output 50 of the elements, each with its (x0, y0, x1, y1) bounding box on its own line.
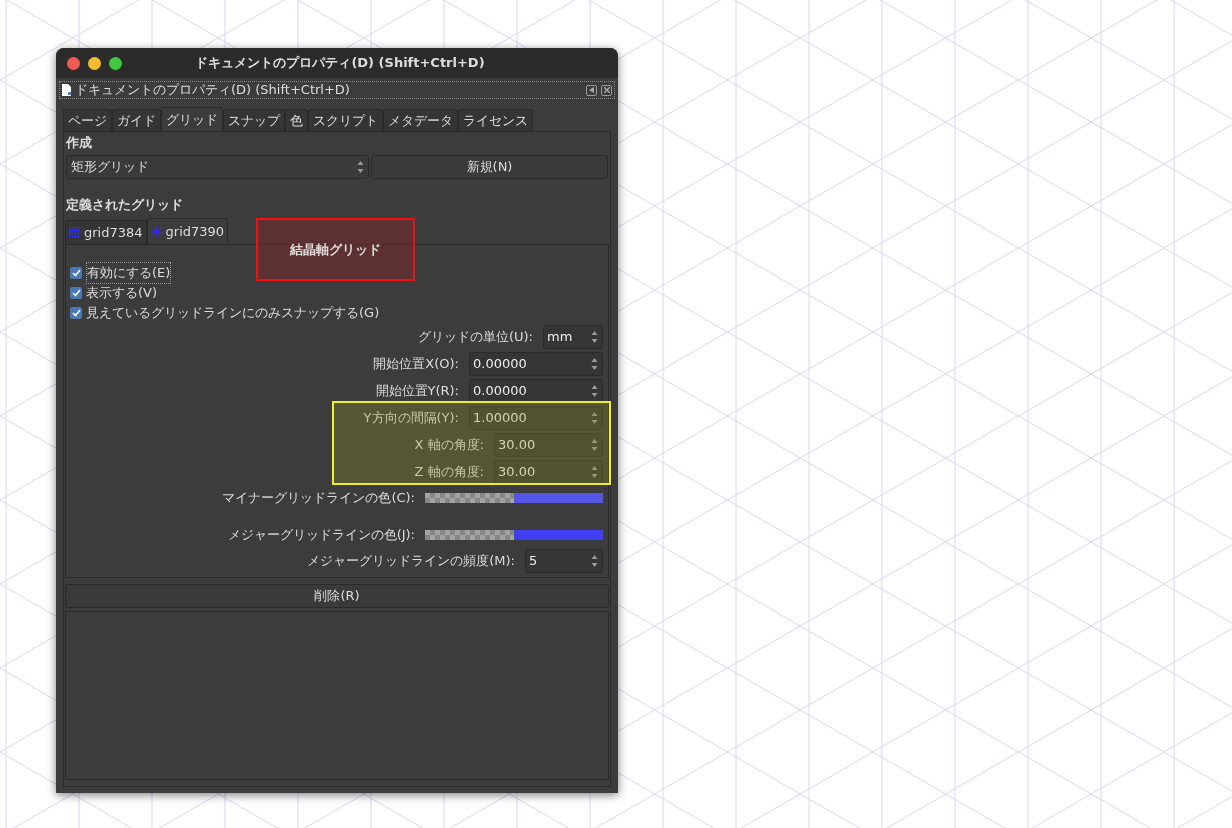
field-label: 開始位置X(O): (373, 355, 459, 374)
minimize-icon[interactable] (88, 56, 101, 70)
checkbox-label: 表示する(V) (86, 284, 158, 303)
annotation-label: 結晶軸グリッド (256, 218, 415, 281)
field-label: メジャーグリッドラインの色(J): (227, 526, 415, 545)
section-heading: 定義されたグリッド (66, 195, 184, 214)
checkbox[interactable] (70, 267, 82, 279)
grid-tab[interactable]: grid7384 (65, 220, 147, 244)
tab[interactable]: スナップ (223, 109, 285, 131)
document-icon (62, 84, 71, 96)
number-field[interactable]: 5 (525, 549, 603, 573)
checkbox-label: 見えているグリッドラインにのみスナップする(G) (86, 304, 380, 323)
section-heading: 作成 (66, 134, 93, 152)
window-title: ドキュメントのプロパティ(D) (Shift+Ctrl+D) (194, 54, 486, 73)
field-label: Z 軸の角度: (414, 463, 484, 482)
field-label: グリッドの単位(U): (417, 328, 533, 347)
close-icon[interactable] (67, 56, 80, 70)
number-field[interactable]: 1.00000 (469, 406, 603, 430)
field-label: メジャーグリッドラインの頻度(M): (307, 552, 515, 571)
field-label: X 軸の角度: (414, 436, 484, 455)
field-label: マイナーグリッドラインの色(C): (222, 489, 415, 508)
new-button[interactable]: 新規(N) (371, 154, 608, 179)
number-field[interactable]: 0.00000 (469, 379, 603, 403)
tab[interactable]: 色 (285, 109, 308, 131)
checkbox-label: 有効にする(E) (86, 262, 172, 284)
tab[interactable]: メタデータ (383, 109, 458, 131)
number-field[interactable]: 30.00 (494, 460, 603, 484)
checkbox[interactable] (70, 287, 82, 299)
tab[interactable]: ガイド (112, 109, 161, 131)
color-swatch[interactable] (425, 530, 603, 540)
tab[interactable]: ページ (63, 109, 112, 131)
field-label: 開始位置Y(R): (375, 382, 459, 401)
panel-title: ドキュメントのプロパティ(D) (Shift+Ctrl+D) (75, 81, 351, 100)
field-label: Y方向の間隔(Y): (363, 409, 459, 428)
grid-type-select[interactable]: 矩形グリッド (66, 154, 369, 179)
snowflake-icon (150, 226, 162, 237)
tab[interactable]: スクリプト (308, 109, 383, 131)
number-field[interactable]: 30.00 (494, 433, 603, 457)
checkbox[interactable] (70, 307, 82, 319)
color-swatch[interactable] (425, 493, 603, 503)
maximize-icon[interactable] (109, 56, 122, 70)
collapse-icon[interactable] (586, 84, 597, 96)
number-field[interactable]: 0.00000 (469, 352, 603, 376)
tab[interactable]: グリッド (161, 107, 223, 131)
grid-icon (69, 227, 80, 238)
tab[interactable]: ライセンス (458, 109, 533, 131)
grid-tab[interactable]: grid7390 (146, 218, 229, 244)
close-icon[interactable] (601, 84, 612, 96)
unit-select[interactable]: mm (543, 325, 603, 349)
delete-button[interactable]: 削除(R) (65, 584, 609, 608)
